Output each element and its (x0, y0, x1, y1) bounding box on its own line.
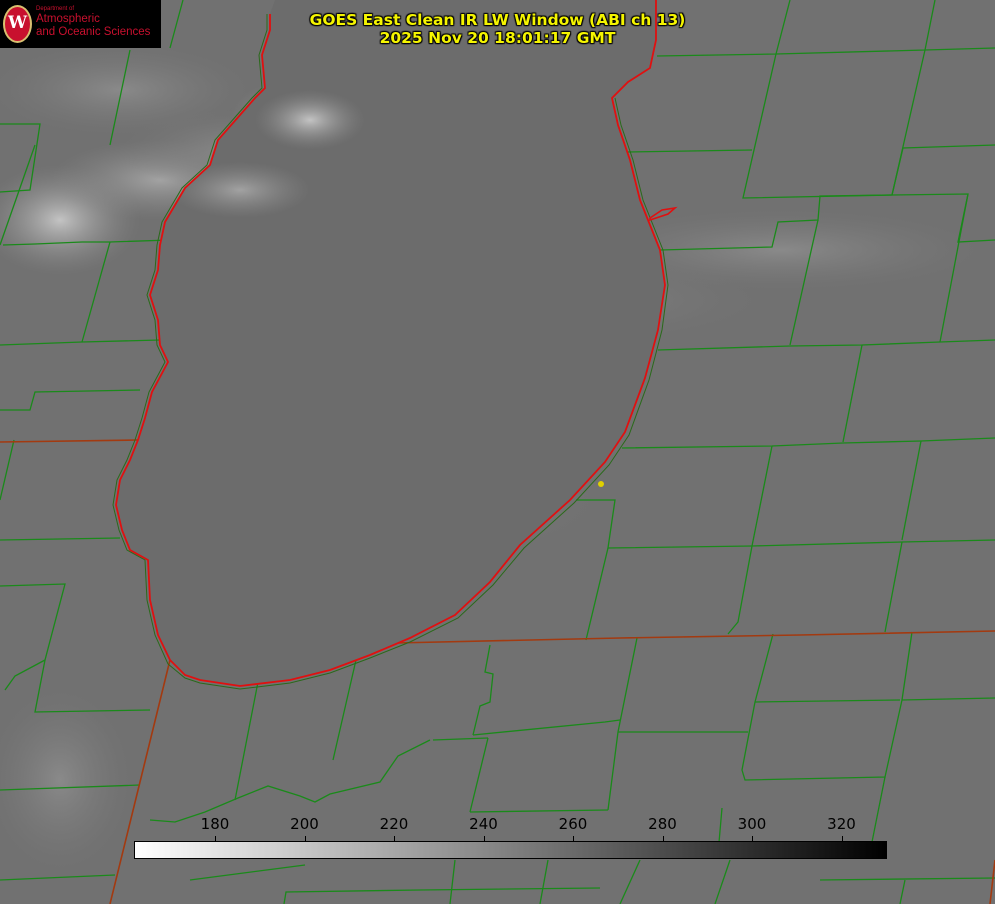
colorbar-tick-label: 180 (200, 815, 230, 833)
colorbar-tick-label: 200 (290, 815, 319, 833)
colorbar-tick-mark (662, 836, 664, 841)
colorbar-tick-mark (841, 836, 843, 841)
image-title: GOES East Clean IR LW Window (ABI ch 13) (309, 11, 686, 29)
colorbar-tick-label: 320 (827, 815, 856, 833)
colorbar-tick-label: 240 (469, 815, 498, 833)
colorbar-tick-mark (394, 836, 395, 841)
map-canvas (0, 0, 995, 904)
colorbar-tick-label: 220 (379, 815, 409, 833)
location-marker-icon (598, 481, 604, 487)
colorbar-tick-label: 300 (737, 815, 767, 833)
colorbar-tick-mark (304, 836, 306, 841)
colorbar-tick-label: 280 (648, 815, 677, 833)
temperature-colorbar (134, 841, 887, 859)
colorbar-tick-mark (215, 836, 216, 841)
satellite-image-view: W Department of Atmospheric and Oceanic … (0, 0, 995, 904)
colorbar-tick-mark (483, 836, 485, 841)
colorbar-tick-mark (752, 836, 753, 841)
colorbar-tick-label: 260 (558, 815, 588, 833)
colorbar-tick-mark (573, 836, 574, 841)
image-timestamp: 2025 Nov 20 18:01:17 GMT (379, 29, 616, 47)
